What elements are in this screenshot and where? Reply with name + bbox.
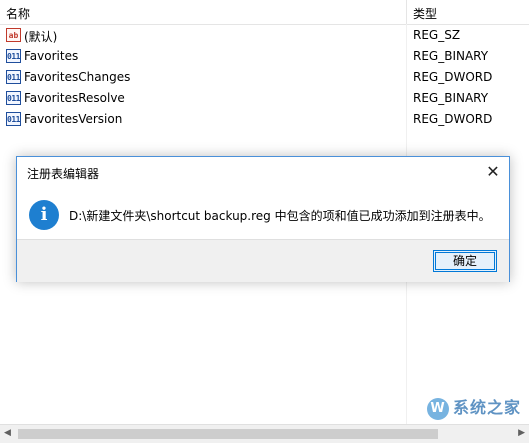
list-item[interactable]: 011 FavoritesVersion REG_DWORD: [0, 109, 529, 130]
value-type: REG_DWORD: [413, 70, 493, 84]
list-item[interactable]: 011 FavoritesChanges REG_DWORD: [0, 67, 529, 88]
binary-value-icon: 011: [6, 91, 21, 105]
value-name: FavoritesVersion: [24, 112, 123, 126]
dialog-message: D:\新建文件夹\shortcut backup.reg 中包含的项和值已成功添…: [69, 209, 491, 223]
value-type: REG_SZ: [413, 28, 461, 42]
column-header-name[interactable]: 名称: [6, 5, 30, 22]
string-value-icon: ab: [6, 28, 21, 42]
list-item[interactable]: 011 Favorites REG_BINARY: [0, 46, 529, 67]
dialog-title: 注册表编辑器: [27, 167, 100, 181]
binary-value-icon: 011: [6, 112, 21, 126]
value-type: REG_DWORD: [413, 112, 493, 126]
info-icon: i: [29, 200, 59, 230]
close-icon[interactable]: ✕: [481, 161, 505, 183]
watermark-badge-icon: W: [426, 397, 449, 420]
value-name: FavoritesResolve: [24, 91, 125, 105]
dialog-body: i D:\新建文件夹\shortcut backup.reg 中包含的项和值已成…: [17, 187, 509, 239]
scroll-right-icon[interactable]: ▶: [518, 428, 525, 438]
column-header-type[interactable]: 类型: [413, 5, 437, 22]
scroll-left-icon[interactable]: ◀: [4, 428, 11, 438]
watermark-logo: W 系统之家: [426, 394, 521, 420]
list-item[interactable]: ab (默认) REG_SZ: [0, 25, 529, 46]
binary-value-icon: 011: [6, 49, 21, 63]
message-dialog: 注册表编辑器 ✕ i D:\新建文件夹\shortcut backup.reg …: [16, 156, 510, 282]
binary-value-icon: 011: [6, 70, 21, 84]
watermark-text: 系统之家: [452, 398, 521, 417]
list-header: 名称 类型: [0, 0, 529, 25]
value-name: FavoritesChanges: [24, 70, 131, 84]
scrollbar-thumb[interactable]: [18, 429, 438, 439]
column-divider[interactable]: [406, 0, 407, 24]
value-name: (默认): [24, 30, 58, 44]
value-name: Favorites: [24, 49, 79, 63]
list-item[interactable]: 011 FavoritesResolve REG_BINARY: [0, 88, 529, 109]
value-type: REG_BINARY: [413, 91, 489, 105]
ok-button[interactable]: 确定: [433, 250, 497, 272]
dialog-footer: 确定: [17, 239, 509, 282]
value-type: REG_BINARY: [413, 49, 489, 63]
horizontal-scrollbar[interactable]: ◀ ▶: [0, 424, 529, 443]
